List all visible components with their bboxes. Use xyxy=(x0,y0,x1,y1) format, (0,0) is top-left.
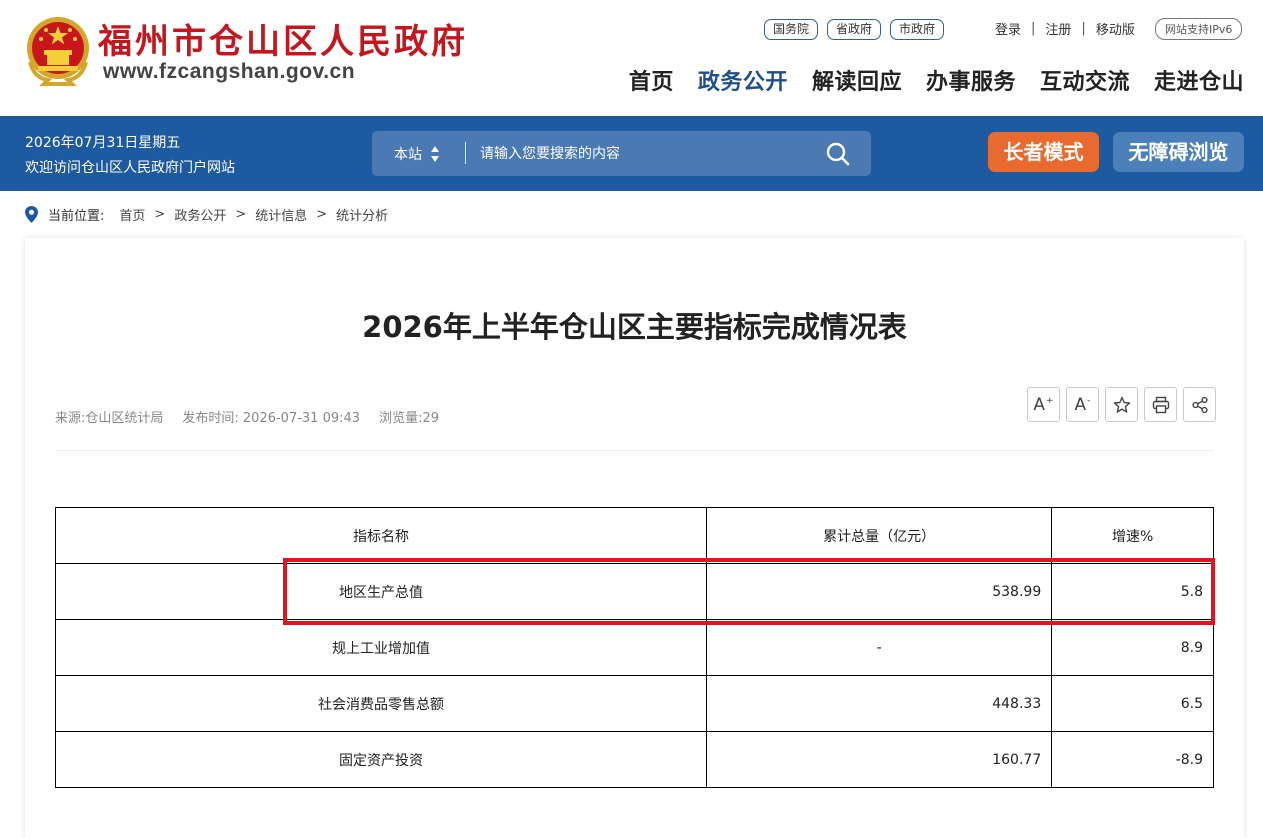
accessible-browse-button[interactable]: 无障碍浏览 xyxy=(1113,132,1244,172)
indicator-total: - xyxy=(705,619,1053,676)
article-tools: A+ A- xyxy=(1027,387,1216,422)
breadcrumb: 当前位置: 首页 > 政务公开 > 统计信息 > 统计分析 xyxy=(25,205,388,224)
gov-links: 国务院 省政府 市政府 xyxy=(764,19,945,40)
updown-arrow-icon[interactable] xyxy=(430,145,440,163)
main-nav: 首页 政务公开 解读回应 办事服务 互动交流 走进仓山 xyxy=(629,64,1244,96)
table-row: 地区生产总值 538.99 5.8 xyxy=(55,563,1214,620)
column-header-name: 指标名称 xyxy=(55,507,707,564)
table-header-row: 指标名称 累计总量（亿元） 增速% xyxy=(55,507,1214,564)
search-input[interactable] xyxy=(480,139,810,168)
indicator-growth: -8.9 xyxy=(1051,731,1214,788)
article-views: 浏览量:29 xyxy=(379,411,439,426)
gov-link-city[interactable]: 市政府 xyxy=(890,19,945,40)
breadcrumb-home[interactable]: 首页 xyxy=(119,205,145,224)
divider: | xyxy=(1031,21,1036,36)
breadcrumb-statistics[interactable]: 统计信息 xyxy=(255,205,307,224)
indicator-table: 指标名称 累计总量（亿元） 增速% 地区生产总值 538.99 5.8 规上工业… xyxy=(55,507,1214,788)
font-decrease-button[interactable]: A- xyxy=(1066,387,1099,422)
national-emblem-icon xyxy=(27,17,89,86)
column-header-growth: 增速% xyxy=(1051,507,1214,564)
site-domain: www.fzcangshan.gov.cn xyxy=(103,60,356,83)
ipv6-badge: 网站支持IPv6 xyxy=(1155,18,1243,40)
divider: | xyxy=(1081,21,1086,36)
article-panel: 2026年上半年仓山区主要指标完成情况表 来源:仓山区统计局 发布时间: 202… xyxy=(25,238,1244,838)
column-header-total: 累计总量（亿元） xyxy=(705,507,1053,564)
article-source: 来源:仓山区统计局 xyxy=(55,411,164,426)
indicator-name: 规上工业增加值 xyxy=(55,619,707,676)
indicator-total: 160.77 xyxy=(705,731,1053,788)
location-pin-icon xyxy=(25,206,38,223)
info-search-bar: 2026年07月31日星期五 欢迎访问仓山区人民政府门户网站 本站 长者模式 无… xyxy=(0,116,1263,191)
current-date: 2026年07月31日星期五 xyxy=(25,135,181,151)
site-header: 福州市仓山区人民政府 www.fzcangshan.gov.cn 国务院 省政府… xyxy=(0,0,1263,116)
divider xyxy=(55,450,1214,451)
elder-mode-button[interactable]: 长者模式 xyxy=(988,132,1099,172)
indicator-name: 地区生产总值 xyxy=(55,563,707,620)
gov-link-state-council[interactable]: 国务院 xyxy=(764,19,819,40)
search-box: 本站 xyxy=(372,131,871,176)
indicator-name: 社会消费品零售总额 xyxy=(55,675,707,732)
star-icon xyxy=(1113,396,1130,413)
print-icon xyxy=(1152,396,1169,413)
table-row: 社会消费品零售总额 448.33 6.5 xyxy=(55,675,1214,732)
table-row: 规上工业增加值 - 8.9 xyxy=(55,619,1214,676)
font-increase-button[interactable]: A+ xyxy=(1027,387,1060,422)
nav-about-cangshan[interactable]: 走进仓山 xyxy=(1154,64,1244,96)
nav-gov-affairs[interactable]: 政务公开 xyxy=(698,64,788,96)
article-publish-time: 发布时间: 2026-07-31 09:43 xyxy=(182,411,361,426)
search-divider xyxy=(465,142,466,164)
indicator-total: 538.99 xyxy=(705,563,1053,620)
share-icon xyxy=(1191,396,1208,413)
login-link[interactable]: 登录 xyxy=(995,19,1021,38)
nav-interaction[interactable]: 互动交流 xyxy=(1040,64,1130,96)
article-meta: 来源:仓山区统计局 发布时间: 2026-07-31 09:43 浏览量:29 xyxy=(55,407,458,426)
indicator-name: 固定资产投资 xyxy=(55,731,707,788)
nav-interpretation[interactable]: 解读回应 xyxy=(812,64,902,96)
user-links: 登录 | 注册 | 移动版 xyxy=(995,19,1135,38)
print-button[interactable] xyxy=(1144,387,1177,422)
chevron-right-icon: > xyxy=(235,207,247,222)
welcome-text: 欢迎访问仓山区人民政府门户网站 xyxy=(25,160,235,176)
breadcrumb-statistical-analysis[interactable]: 统计分析 xyxy=(336,205,388,224)
gov-link-province[interactable]: 省政府 xyxy=(827,19,882,40)
nav-services[interactable]: 办事服务 xyxy=(926,64,1016,96)
chevron-right-icon: > xyxy=(154,207,166,222)
nav-home[interactable]: 首页 xyxy=(629,64,674,96)
site-title[interactable]: 福州市仓山区人民政府 xyxy=(98,14,468,63)
table-row: 固定资产投资 160.77 -8.9 xyxy=(55,731,1214,788)
indicator-growth: 8.9 xyxy=(1051,619,1214,676)
font-increase-icon: A+ xyxy=(1033,394,1054,415)
indicator-total: 448.33 xyxy=(705,675,1053,732)
share-button[interactable] xyxy=(1183,387,1216,422)
breadcrumb-label: 当前位置: xyxy=(48,209,105,224)
breadcrumb-gov-affairs[interactable]: 政务公开 xyxy=(174,205,226,224)
favorite-button[interactable] xyxy=(1105,387,1138,422)
article-title: 2026年上半年仓山区主要指标完成情况表 xyxy=(362,310,907,344)
indicator-growth: 6.5 xyxy=(1051,675,1214,732)
mobile-version-link[interactable]: 移动版 xyxy=(1096,19,1135,38)
register-link[interactable]: 注册 xyxy=(1045,19,1071,38)
font-decrease-icon: A- xyxy=(1074,394,1091,415)
chevron-right-icon: > xyxy=(316,207,328,222)
search-scope-select[interactable]: 本站 xyxy=(394,144,422,164)
indicator-growth: 5.8 xyxy=(1051,563,1214,620)
search-icon[interactable] xyxy=(825,141,851,167)
